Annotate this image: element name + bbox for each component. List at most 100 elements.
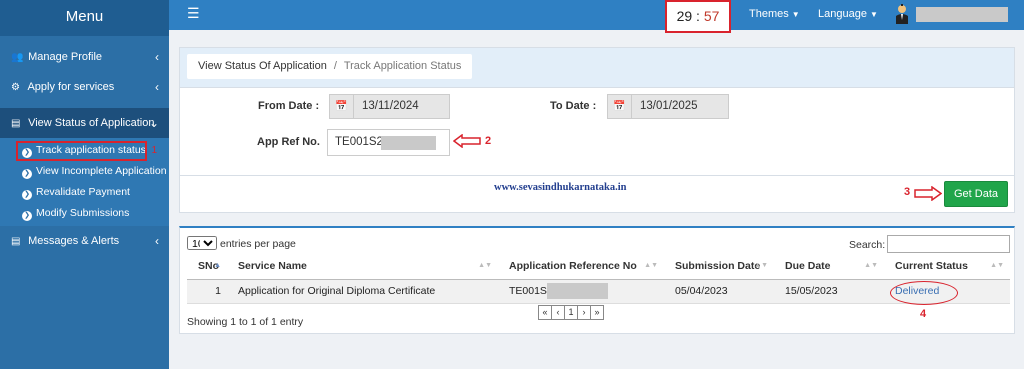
pager-next[interactable]: ›: [577, 305, 591, 320]
submenu-item-incomplete[interactable]: ❯ View Incomplete Application: [0, 161, 169, 182]
breadcrumb: View Status Of Application / Track Appli…: [187, 54, 473, 79]
language-menu[interactable]: Language ▼: [818, 8, 878, 20]
breadcrumb-current: Track Application Status: [343, 60, 462, 72]
col-current-status[interactable]: Current Status ▲▼: [884, 254, 1010, 280]
pager-prev[interactable]: ‹: [551, 305, 565, 320]
submenu-item-modify[interactable]: ❯ Modify Submissions: [0, 203, 169, 224]
annotation-arrow-right-icon: [914, 186, 942, 201]
pager-last[interactable]: »: [590, 305, 604, 320]
sort-icon: ▲▼: [644, 262, 658, 269]
submenu-item-label: Modify Submissions: [36, 207, 130, 219]
arrow-circle-icon: ❯: [22, 190, 32, 200]
col-service-name[interactable]: Service Name ▲▼: [227, 254, 498, 280]
results-panel: 10entries per page Search: SNo ▲ Service …: [179, 226, 1015, 334]
from-date-field[interactable]: 📅 13/11/2024: [329, 94, 450, 119]
pager-page-1[interactable]: 1: [564, 305, 578, 320]
col-submission-date[interactable]: Submission Date ▲▼: [664, 254, 774, 280]
hamburger-icon[interactable]: ☰: [187, 5, 200, 22]
chevron-down-icon: ⌄: [148, 116, 159, 130]
menu-title: Menu: [0, 0, 169, 36]
annotation-arrow-left-icon: [453, 134, 481, 148]
highlight-box: [16, 141, 147, 161]
app-ref-value: TE001S2: [335, 136, 383, 148]
submenu-view-status: ❯ Track application status 1 ❯ View Incomp…: [0, 138, 169, 226]
to-date-value[interactable]: 13/01/2025: [632, 95, 698, 118]
top-bar: ☰ 29 : 57 Themes ▼ Language ▼: [169, 0, 1024, 33]
from-date-value[interactable]: 13/11/2024: [354, 95, 419, 118]
chevron-left-icon: ‹: [155, 50, 159, 64]
chevron-left-icon: ‹: [155, 80, 159, 94]
annotation-2: 2: [485, 135, 492, 147]
search-label: Search:: [849, 239, 886, 251]
users-icon: 👥: [11, 52, 24, 63]
sidebar-item-view-status[interactable]: ▤ View Status of Application ⌄: [0, 108, 169, 138]
user-avatar-icon[interactable]: [895, 4, 909, 24]
username-redacted[interactable]: [916, 7, 1008, 22]
col-label: Application Reference No: [509, 260, 637, 273]
sidebar-item-label: Manage Profile: [28, 51, 103, 63]
caret-down-icon: ▼: [791, 10, 800, 19]
pager-first[interactable]: «: [538, 305, 552, 320]
table-info: Showing 1 to 1 of 1 entry: [187, 316, 304, 328]
sort-asc-icon: ▲: [214, 262, 221, 269]
app-ref-label: App Ref No.: [257, 136, 320, 148]
app-ref-input[interactable]: TE001S2: [327, 129, 450, 156]
sidebar-item-messages[interactable]: ▤ Messages & Alerts ‹: [0, 226, 169, 256]
sidebar-item-apply-services[interactable]: ⚙ Apply for services ‹: [0, 72, 169, 102]
status-highlight-oval: [890, 281, 958, 305]
table-row: 1 Application for Original Diploma Certi…: [187, 279, 1010, 304]
themes-label: Themes: [749, 8, 789, 20]
cell-service: Application for Original Diploma Certifi…: [227, 279, 498, 304]
file-icon: ▤: [11, 118, 21, 129]
submenu-item-label: View Incomplete Application: [36, 165, 167, 177]
submenu-item-label: Revalidate Payment: [36, 186, 130, 198]
annotation-3: 3: [904, 186, 911, 198]
annotation-1: 1: [151, 145, 157, 156]
to-date-label: To Date :: [550, 100, 597, 112]
cell-due: 15/05/2023: [774, 279, 884, 304]
redaction-mask: [381, 136, 436, 150]
col-label: Submission Date: [675, 260, 761, 273]
from-date-label: From Date :: [258, 100, 320, 112]
page-length-select[interactable]: 10: [187, 236, 217, 250]
timer-seconds: 57: [703, 8, 720, 24]
site-url: www.sevasindhukarnataka.in: [494, 182, 627, 193]
breadcrumb-separator: /: [333, 60, 337, 72]
chevron-left-icon: ‹: [155, 234, 159, 248]
col-sno[interactable]: SNo ▲: [187, 254, 227, 280]
status-table: SNo ▲ Service Name ▲▼ Application Referenc…: [187, 254, 1010, 304]
sort-icon: ▲▼: [754, 262, 768, 269]
breadcrumb-root[interactable]: View Status Of Application: [198, 60, 327, 72]
page-length-control: 10entries per page: [187, 236, 296, 250]
calendar-icon[interactable]: 📅: [330, 95, 354, 118]
sort-icon: ▲▼: [478, 262, 492, 269]
sidebar-item-manage-profile[interactable]: 👥 Manage Profile ‹: [0, 42, 169, 72]
caret-down-icon: ▼: [869, 10, 878, 19]
to-date-field[interactable]: 📅 13/01/2025: [607, 94, 729, 119]
panel-header: View Status Of Application / Track Appli…: [180, 48, 1014, 88]
language-label: Language: [818, 8, 867, 20]
search-input[interactable]: [887, 235, 1010, 253]
get-data-button[interactable]: Get Data: [944, 181, 1008, 207]
col-label: Service Name: [238, 260, 307, 273]
cell-ref: TE001S: [498, 279, 664, 304]
timer-minutes: 29: [676, 8, 693, 24]
sort-icon: ▲▼: [864, 262, 878, 269]
themes-menu[interactable]: Themes ▼: [749, 8, 800, 20]
track-status-form: View Status Of Application / Track Appli…: [179, 47, 1015, 213]
col-due-date[interactable]: Due Date ▲▼: [774, 254, 884, 280]
pagination: « ‹ 1 › »: [538, 305, 604, 320]
session-timer: 29 : 57: [665, 0, 731, 33]
sidebar-item-label: Apply for services: [27, 81, 115, 93]
timer-separator: :: [696, 8, 700, 24]
redaction-mask: [546, 283, 608, 299]
cell-submission: 05/04/2023: [664, 279, 774, 304]
submenu-item-revalidate[interactable]: ❯ Revalidate Payment: [0, 182, 169, 203]
calendar-icon[interactable]: 📅: [608, 95, 632, 118]
sort-icon: ▲▼: [990, 262, 1004, 269]
panel-footer: www.sevasindhukarnataka.in 3 Get Data: [180, 175, 1014, 213]
col-app-ref[interactable]: Application Reference No ▲▼: [498, 254, 664, 280]
sidebar-item-label: Messages & Alerts: [28, 235, 120, 247]
arrow-circle-icon: ❯: [22, 169, 32, 179]
submenu-item-track-status[interactable]: ❯ Track application status 1: [0, 140, 169, 161]
